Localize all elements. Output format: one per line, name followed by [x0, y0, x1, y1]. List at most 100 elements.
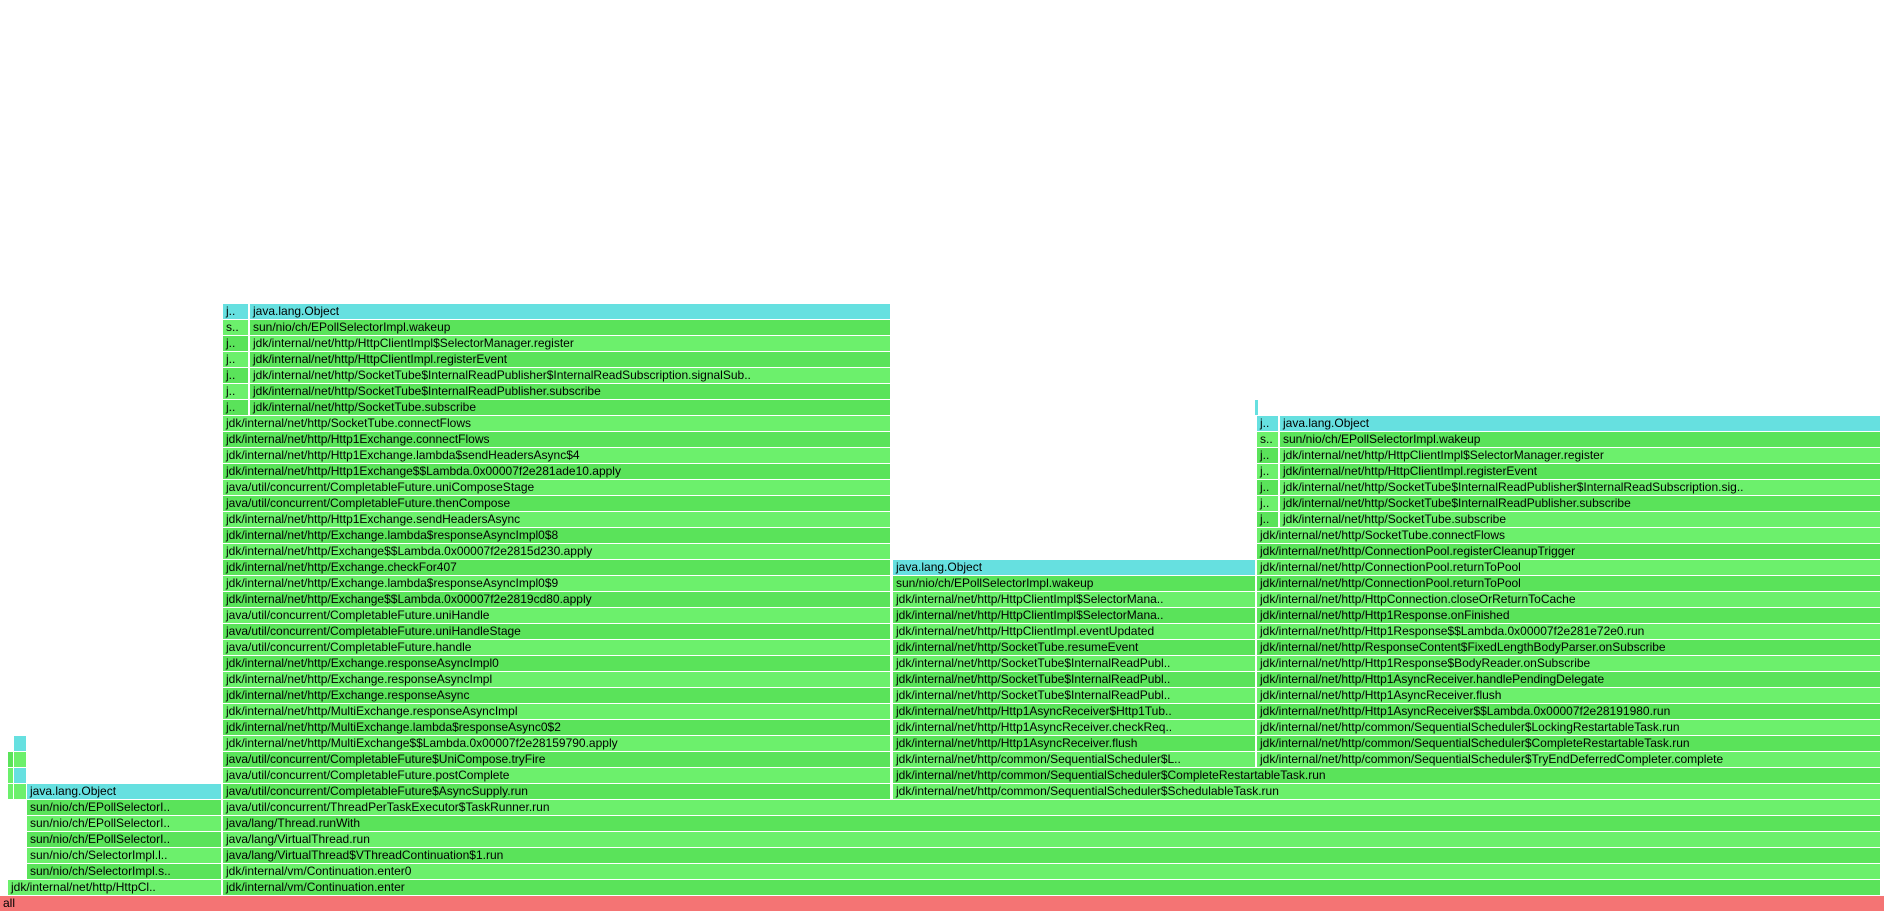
flame-frame[interactable]: jdk/internal/net/http/HttpClientImpl$Sel… — [250, 336, 891, 351]
flame-frame[interactable]: jdk/internal/net/http/HttpClientImpl$Sel… — [893, 592, 1256, 607]
flame-frame[interactable]: jdk/internal/vm/Continuation.enter0 — [223, 864, 1881, 879]
flame-frame[interactable]: jdk/internal/net/http/Http1AsyncReceiver… — [1257, 688, 1881, 703]
flame-frame[interactable]: jdk/internal/net/http/common/SequentialS… — [893, 768, 1881, 783]
flame-frame[interactable]: jdk/internal/net/http/Http1AsyncReceiver… — [893, 736, 1256, 751]
flame-frame[interactable]: jdk/internal/net/http/ConnectionPool.ret… — [1257, 560, 1881, 575]
flame-frame[interactable]: j.. — [1257, 496, 1279, 511]
flame-frame[interactable]: jdk/internal/net/http/SocketTube$Interna… — [1280, 496, 1881, 511]
flame-frame[interactable] — [14, 784, 27, 799]
flame-frame[interactable]: java/util/concurrent/CompletableFuture$U… — [223, 752, 891, 767]
flame-frame[interactable]: jdk/internal/net/http/Http1AsyncReceiver… — [893, 704, 1256, 719]
flame-frame[interactable]: j.. — [223, 400, 249, 415]
flame-frame[interactable]: jdk/internal/net/http/HttpClientImpl.reg… — [250, 352, 891, 367]
flame-frame[interactable]: jdk/internal/net/http/SocketTube.subscri… — [1280, 512, 1881, 527]
flame-frame[interactable]: jdk/internal/net/http/HttpClientImpl$Sel… — [1280, 448, 1881, 463]
flame-frame[interactable]: jdk/internal/vm/Continuation.enter — [223, 880, 1881, 895]
flame-frame[interactable]: jdk/internal/net/http/Http1AsyncReceiver… — [1257, 704, 1881, 719]
flame-frame[interactable]: j.. — [1257, 416, 1279, 431]
flame-frame[interactable]: j.. — [223, 304, 249, 319]
flame-frame[interactable]: java/util/concurrent/CompletableFuture.h… — [223, 640, 891, 655]
flame-frame[interactable]: jdk/internal/net/http/HttpClientImpl$Sel… — [893, 608, 1256, 623]
flame-frame[interactable]: java.lang.Object — [893, 560, 1256, 575]
flame-frame[interactable]: jdk/internal/net/http/Exchange.responseA… — [223, 672, 891, 687]
flame-frame[interactable]: jdk/internal/net/http/SocketTube.connect… — [223, 416, 891, 431]
flame-frame[interactable]: jdk/internal/net/http/Http1AsyncReceiver… — [893, 720, 1256, 735]
flame-frame[interactable]: java/lang/VirtualThread.run — [223, 832, 1881, 847]
flame-frame[interactable]: jdk/internal/net/http/Http1AsyncReceiver… — [1257, 672, 1881, 687]
flame-frame[interactable]: j.. — [223, 384, 249, 399]
flame-frame[interactable]: jdk/internal/net/http/MultiExchange.lamb… — [223, 720, 891, 735]
flame-frame[interactable]: j.. — [1257, 512, 1279, 527]
flame-frame[interactable]: jdk/internal/net/http/HttpClientImpl.eve… — [893, 624, 1256, 639]
flame-frame[interactable]: jdk/internal/net/http/common/SequentialS… — [893, 752, 1256, 767]
flame-frame[interactable]: jdk/internal/net/http/HttpClientImpl.reg… — [1280, 464, 1881, 479]
flame-frame[interactable]: j.. — [1257, 464, 1279, 479]
flame-frame[interactable]: jdk/internal/net/http/Exchange.checkFor4… — [223, 560, 891, 575]
flame-frame[interactable]: java/util/concurrent/CompletableFuture.u… — [223, 624, 891, 639]
flame-frame[interactable]: jdk/internal/net/http/Exchange$$Lambda.0… — [223, 544, 891, 559]
flame-frame[interactable]: java/util/concurrent/ThreadPerTaskExecut… — [223, 800, 1881, 815]
flame-frame[interactable]: sun/nio/ch/EPollSelectorImpl.wakeup — [893, 576, 1256, 591]
flame-root-frame[interactable]: all — [0, 896, 1885, 911]
flame-frame[interactable]: java.lang.Object — [250, 304, 891, 319]
flame-frame[interactable]: jdk/internal/net/http/HttpConnection.clo… — [1257, 592, 1881, 607]
flame-frame[interactable]: jdk/internal/net/http/ConnectionPool.reg… — [1257, 544, 1881, 559]
flame-frame[interactable]: jdk/internal/net/http/Http1Exchange$$Lam… — [223, 464, 891, 479]
flame-frame[interactable]: sun/nio/ch/EPollSelectorI.. — [27, 816, 222, 831]
flame-frame[interactable]: jdk/internal/net/http/Http1Response$$Lam… — [1257, 624, 1881, 639]
flame-frame[interactable]: java/lang/VirtualThread$VThreadContinuat… — [223, 848, 1881, 863]
flame-frame[interactable]: jdk/internal/net/http/SocketTube.resumeE… — [893, 640, 1256, 655]
flame-frame[interactable]: s.. — [223, 320, 249, 335]
flame-frame[interactable]: jdk/internal/net/http/Http1Exchange.lamb… — [223, 448, 891, 463]
flame-frame[interactable]: jdk/internal/net/http/SocketTube$Interna… — [893, 688, 1256, 703]
flame-frame[interactable]: sun/nio/ch/SelectorImpl.s.. — [27, 864, 222, 879]
flame-frame[interactable]: jdk/internal/net/http/SocketTube$Interna… — [250, 368, 891, 383]
flame-frame[interactable]: jdk/internal/net/http/common/SequentialS… — [1257, 752, 1881, 767]
flame-frame[interactable]: java.lang.Object — [1280, 416, 1881, 431]
flame-frame[interactable]: sun/nio/ch/EPollSelectorImpl.wakeup — [1280, 432, 1881, 447]
flame-frame[interactable]: java/util/concurrent/CompletableFuture$A… — [223, 784, 891, 799]
flame-frame[interactable]: java/util/concurrent/CompletableFuture.u… — [223, 480, 891, 495]
flame-frame[interactable]: jdk/internal/net/http/SocketTube$Interna… — [893, 656, 1256, 671]
flame-frame[interactable]: jdk/internal/net/http/common/SequentialS… — [1257, 736, 1881, 751]
flame-frame[interactable]: jdk/internal/net/http/SocketTube$Interna… — [250, 384, 891, 399]
flame-frame[interactable]: jdk/internal/net/http/common/SequentialS… — [893, 784, 1881, 799]
flame-frame[interactable]: jdk/internal/net/http/common/SequentialS… — [1257, 720, 1881, 735]
flame-frame[interactable]: java.lang.Object — [27, 784, 222, 799]
flame-frame[interactable]: jdk/internal/net/http/Exchange.responseA… — [223, 688, 891, 703]
flame-frame[interactable]: jdk/internal/net/http/Exchange.lambda$re… — [223, 528, 891, 543]
flame-frame[interactable]: sun/nio/ch/SelectorImpl.l.. — [27, 848, 222, 863]
flame-frame[interactable]: java/util/concurrent/CompletableFuture.p… — [223, 768, 891, 783]
flame-frame[interactable] — [1255, 400, 1259, 415]
flame-frame[interactable]: java/util/concurrent/CompletableFuture.t… — [223, 496, 891, 511]
flame-frame[interactable]: s.. — [1257, 432, 1279, 447]
flame-frame[interactable]: jdk/internal/net/http/Http1Exchange.send… — [223, 512, 891, 527]
flame-frame[interactable]: java/lang/Thread.runWith — [223, 816, 1881, 831]
flame-frame[interactable]: j.. — [223, 352, 249, 367]
flame-frame[interactable]: jdk/internal/net/http/ResponseContent$Fi… — [1257, 640, 1881, 655]
flame-frame[interactable]: j.. — [223, 336, 249, 351]
flame-frame[interactable]: java/util/concurrent/CompletableFuture.u… — [223, 608, 891, 623]
flame-frame[interactable]: jdk/internal/net/http/Exchange$$Lambda.0… — [223, 592, 891, 607]
flame-frame[interactable]: jdk/internal/net/http/SocketTube$Interna… — [893, 672, 1256, 687]
flame-frame[interactable] — [14, 752, 27, 767]
flame-frame[interactable]: sun/nio/ch/EPollSelectorI.. — [27, 800, 222, 815]
flame-frame[interactable]: jdk/internal/net/http/Http1Exchange.conn… — [223, 432, 891, 447]
flame-frame[interactable]: jdk/internal/net/http/MultiExchange.resp… — [223, 704, 891, 719]
flame-frame[interactable]: jdk/internal/net/http/HttpCl.. — [8, 880, 222, 895]
flame-frame[interactable]: jdk/internal/net/http/MultiExchange$$Lam… — [223, 736, 891, 751]
flame-frame[interactable]: sun/nio/ch/EPollSelectorI.. — [27, 832, 222, 847]
flame-frame[interactable]: jdk/internal/net/http/SocketTube$Interna… — [1280, 480, 1881, 495]
flame-frame[interactable]: j.. — [1257, 480, 1279, 495]
flame-frame[interactable]: jdk/internal/net/http/Http1Response.onFi… — [1257, 608, 1881, 623]
flame-frame[interactable] — [14, 768, 27, 783]
flame-frame[interactable]: jdk/internal/net/http/SocketTube.subscri… — [250, 400, 891, 415]
flame-frame[interactable] — [14, 736, 27, 751]
flame-frame[interactable]: j.. — [1257, 448, 1279, 463]
flame-frame[interactable]: jdk/internal/net/http/ConnectionPool.ret… — [1257, 576, 1881, 591]
flame-frame[interactable]: jdk/internal/net/http/Exchange.lambda$re… — [223, 576, 891, 591]
flame-frame[interactable]: sun/nio/ch/EPollSelectorImpl.wakeup — [250, 320, 891, 335]
flame-frame[interactable]: j.. — [223, 368, 249, 383]
flame-frame[interactable]: jdk/internal/net/http/Http1Response$Body… — [1257, 656, 1881, 671]
flame-frame[interactable]: jdk/internal/net/http/Exchange.responseA… — [223, 656, 891, 671]
